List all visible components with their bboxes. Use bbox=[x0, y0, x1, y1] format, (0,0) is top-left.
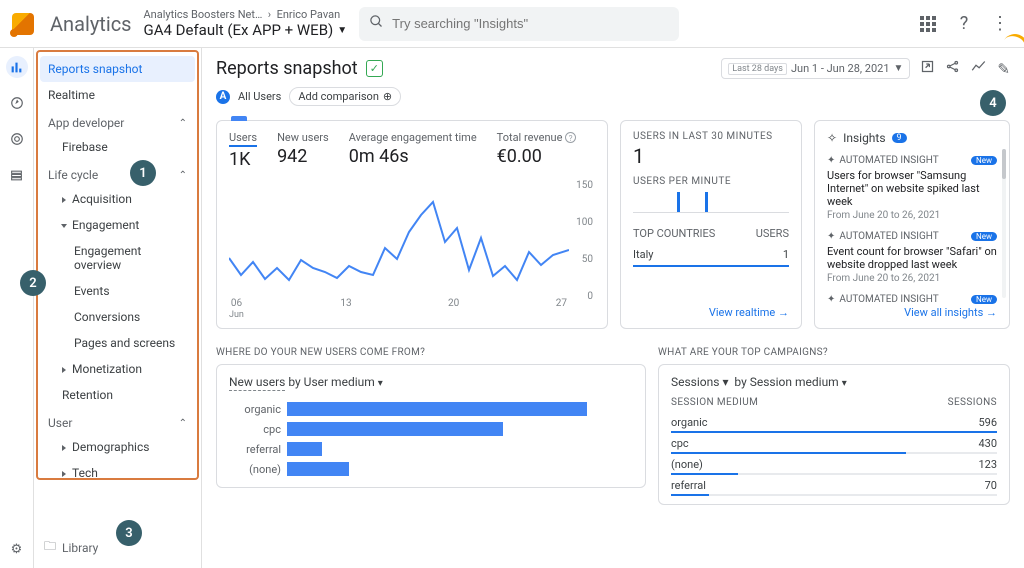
sidebar-group-app[interactable]: App developer⌃ bbox=[40, 108, 195, 134]
sidebar-item-conversions[interactable]: Conversions bbox=[40, 304, 195, 330]
sidebar-library[interactable]: 🗀Library bbox=[44, 537, 98, 558]
metric-new-users[interactable]: New users942 bbox=[277, 131, 329, 170]
insight-item[interactable]: ✦AUTOMATED INSIGHTNew bbox=[827, 294, 997, 305]
chevron-down-icon[interactable]: ▾ bbox=[378, 378, 383, 389]
chevron-down-icon: ▼ bbox=[894, 63, 904, 74]
view-name: GA4 Default (Ex APP + WEB) bbox=[144, 21, 334, 39]
new-badge: New bbox=[971, 156, 997, 165]
sparkle-icon: ✦ bbox=[827, 155, 835, 166]
add-comparison-button[interactable]: Add comparison⊕ bbox=[289, 87, 401, 106]
chevron-down-icon: ▼ bbox=[337, 25, 347, 36]
card-top-campaigns: Sessions ▾ by Session medium ▾ SESSION M… bbox=[658, 364, 1010, 505]
segment-badge-icon: A bbox=[216, 90, 230, 104]
insight-item[interactable]: ✦AUTOMATED INSIGHTNew Users for browser … bbox=[827, 155, 997, 221]
section-new-users: WHERE DO YOUR NEW USERS COME FROM? New u… bbox=[216, 347, 646, 505]
sidebar-item-demographics[interactable]: Demographics bbox=[40, 434, 195, 460]
reports-rail-icon[interactable] bbox=[6, 56, 28, 78]
metric-engagement-time[interactable]: Average engagement time0m 46s bbox=[349, 131, 477, 170]
metric-selector[interactable]: New users bbox=[229, 375, 285, 391]
advertising-rail-icon[interactable] bbox=[6, 128, 28, 150]
sidebar-item-firebase[interactable]: Firebase bbox=[40, 134, 195, 160]
breadcrumb[interactable]: Analytics Boosters Net… › Enrico Pavan G… bbox=[144, 8, 348, 39]
section-campaigns: WHAT ARE YOUR TOP CAMPAIGNS? Sessions ▾ … bbox=[658, 347, 1010, 505]
sidebar-item-reports-snapshot[interactable]: Reports snapshot bbox=[40, 56, 195, 82]
configure-rail-icon[interactable] bbox=[6, 164, 28, 186]
topbar: Analytics Analytics Boosters Net… › Enri… bbox=[0, 0, 1024, 48]
reports-sidebar: Reports snapshot Realtime App developer⌃… bbox=[34, 48, 202, 568]
share-icon[interactable] bbox=[920, 59, 935, 78]
nav-rail: ⚙ bbox=[0, 48, 34, 568]
metric-total-revenue[interactable]: Total revenue ?€0.00 bbox=[497, 131, 576, 170]
sidebar-item-monetization[interactable]: Monetization bbox=[40, 356, 195, 382]
page-title: Reports snapshot bbox=[216, 58, 358, 79]
card-insights: ✧Insights9 ✦AUTOMATED INSIGHTNew Users f… bbox=[814, 120, 1010, 329]
annotation-4: 4 bbox=[980, 90, 1006, 116]
insights-spark-icon[interactable] bbox=[970, 59, 987, 78]
bar-row: (none) bbox=[229, 459, 633, 479]
annotation-3: 3 bbox=[116, 520, 142, 546]
session-row: referral70 bbox=[671, 475, 997, 496]
sidebar-item-realtime[interactable]: Realtime bbox=[40, 82, 195, 108]
verified-icon: ✓ bbox=[366, 60, 383, 77]
card-new-users-medium: New users by User medium ▾ organiccpcref… bbox=[216, 364, 646, 488]
search-icon bbox=[369, 14, 384, 33]
sidebar-item-engagement-overview[interactable]: Engagement overview bbox=[40, 238, 195, 278]
explore-rail-icon[interactable] bbox=[6, 92, 28, 114]
session-row: organic596 bbox=[671, 412, 997, 433]
realtime-users-value: 1 bbox=[633, 144, 789, 168]
annotation-1: 1 bbox=[130, 160, 156, 186]
date-range-picker[interactable]: Last 28 days Jun 1 - Jun 28, 2021 ▼ bbox=[721, 58, 910, 79]
apps-icon[interactable] bbox=[916, 12, 940, 36]
bar-row: organic bbox=[229, 399, 633, 419]
sparkle-icon: ✦ bbox=[827, 231, 835, 242]
chevron-down-icon[interactable]: ▾ bbox=[842, 378, 847, 389]
realtime-sparkline bbox=[633, 187, 789, 213]
metric-selector[interactable]: Sessions ▾ bbox=[671, 375, 728, 389]
card-realtime: USERS IN LAST 30 MINUTES 1 USERS PER MIN… bbox=[620, 120, 802, 329]
view-realtime-link[interactable]: View realtime → bbox=[709, 306, 789, 319]
bar-row: referral bbox=[229, 439, 633, 459]
sidebar-item-pages-screens[interactable]: Pages and screens bbox=[40, 330, 195, 356]
share-network-icon[interactable] bbox=[945, 59, 960, 78]
card-overview-metrics: Users1K New users942 Average engagement … bbox=[216, 120, 608, 329]
sidebar-item-acquisition[interactable]: Acquisition bbox=[40, 186, 195, 212]
realtime-country-row: Italy1 bbox=[633, 244, 789, 267]
bar-row: cpc bbox=[229, 419, 633, 439]
sidebar-item-retention[interactable]: Retention bbox=[40, 382, 195, 408]
help-icon[interactable]: ? bbox=[952, 12, 976, 36]
sidebar-group-user[interactable]: User⌃ bbox=[40, 408, 195, 434]
users-line-chart: 150100500 06Jun 13 20 27 bbox=[229, 180, 595, 320]
view-all-insights-link[interactable]: View all insights → bbox=[904, 306, 997, 319]
card-active-tab-icon bbox=[231, 116, 247, 121]
sidebar-item-tech[interactable]: Tech bbox=[40, 460, 195, 486]
hbar-chart: organiccpcreferral(none) bbox=[229, 399, 633, 479]
library-icon: 🗀 bbox=[44, 537, 56, 558]
sparkle-icon: ✦ bbox=[827, 294, 835, 305]
main-content: Reports snapshot ✓ Last 28 days Jun 1 - … bbox=[202, 48, 1024, 568]
sidebar-item-events[interactable]: Events bbox=[40, 278, 195, 304]
segment-all-users[interactable]: All Users bbox=[238, 90, 281, 103]
session-row: (none)123 bbox=[671, 454, 997, 475]
analytics-logo-icon bbox=[12, 13, 34, 35]
more-icon[interactable]: ⋮ bbox=[988, 12, 1012, 36]
metric-users[interactable]: Users1K bbox=[229, 131, 257, 170]
search-input[interactable] bbox=[359, 7, 679, 41]
help-icon[interactable]: ? bbox=[565, 132, 576, 143]
brand-label: Analytics bbox=[50, 12, 132, 36]
sparkle-icon: ✧ bbox=[827, 131, 837, 145]
insights-count-badge: 9 bbox=[892, 133, 907, 143]
chevron-up-icon: ⌃ bbox=[179, 118, 187, 129]
admin-gear-icon[interactable]: ⚙ bbox=[6, 538, 28, 560]
sidebar-item-engagement[interactable]: Engagement bbox=[40, 212, 195, 238]
session-row: cpc430 bbox=[671, 433, 997, 454]
annotation-2: 2 bbox=[20, 270, 46, 296]
edit-pencil-icon[interactable]: ✎ bbox=[997, 60, 1010, 78]
scrollbar[interactable] bbox=[1002, 149, 1006, 298]
insight-item[interactable]: ✦AUTOMATED INSIGHTNew Event count for br… bbox=[827, 231, 997, 284]
sidebar-group-lifecycle[interactable]: Life cycle⌃ bbox=[40, 160, 195, 186]
